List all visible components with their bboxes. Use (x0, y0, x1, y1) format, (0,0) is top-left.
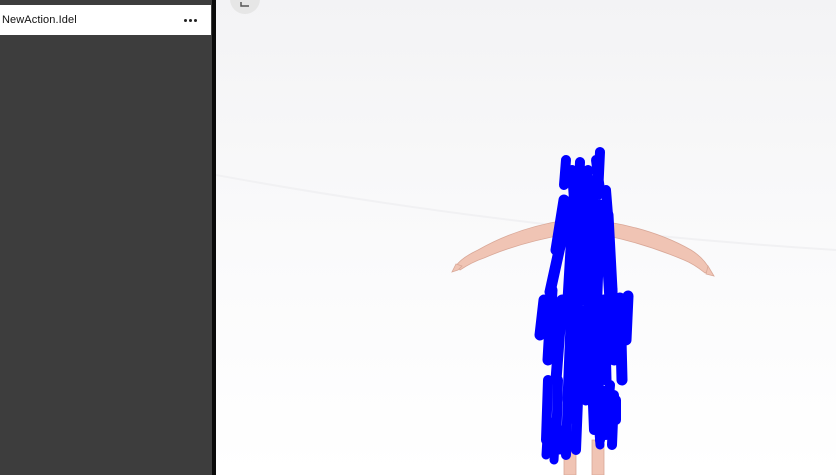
annotation-scribble (534, 147, 634, 465)
action-list-panel: NewAction.Idel (0, 0, 212, 475)
more-horizontal-icon[interactable] (184, 18, 197, 22)
3d-viewport[interactable] (216, 0, 836, 475)
character-model (216, 147, 836, 475)
action-name-label: NewAction.Idel (2, 14, 77, 26)
action-list-item[interactable]: NewAction.Idel (0, 5, 211, 35)
